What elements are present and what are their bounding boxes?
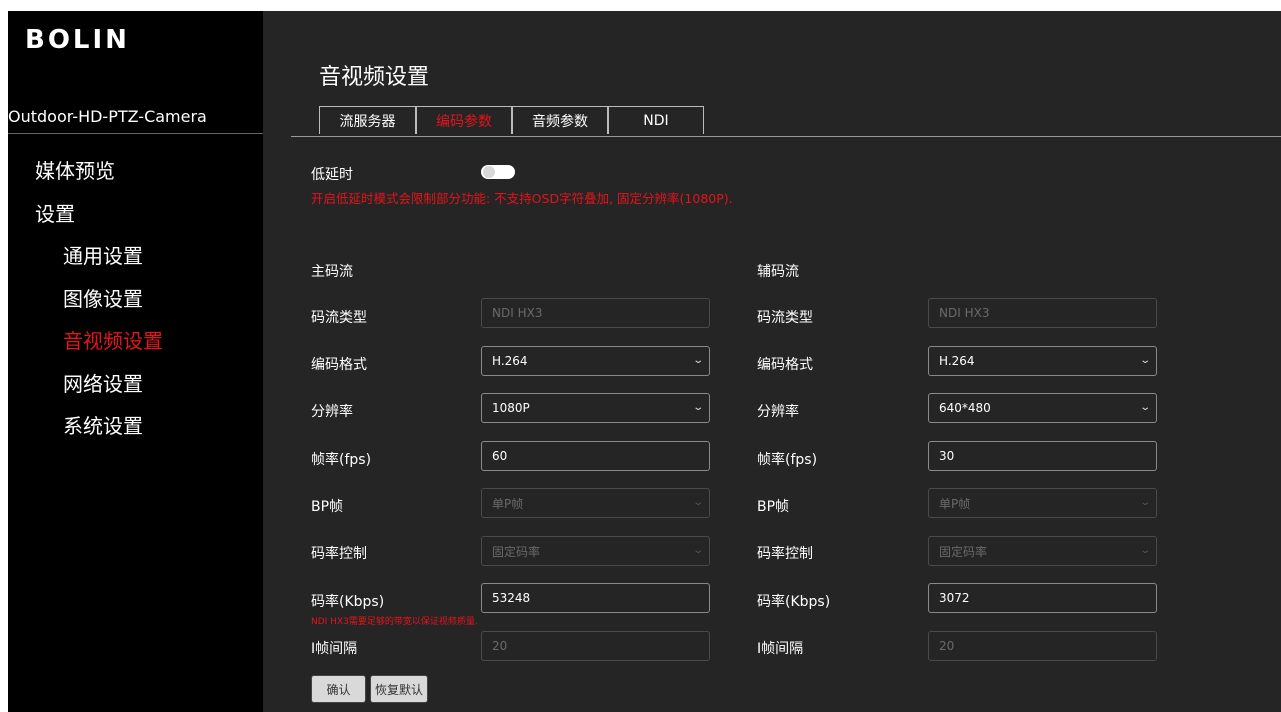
main-codec-label: 编码格式 — [311, 357, 367, 373]
main-bitrate-input[interactable]: 53248 — [481, 583, 710, 613]
field-value: 1080P — [492, 401, 530, 415]
tab-bar: 流服务器 编码参数 音频参数 NDI — [319, 106, 704, 136]
main-framerate-input[interactable]: 60 — [481, 441, 710, 471]
field-value: 20 — [939, 639, 955, 653]
field-value: 60 — [492, 449, 508, 463]
main-iframe-interval-input: 20 — [481, 631, 710, 661]
tab-encoding-params[interactable]: 编码参数 — [416, 106, 512, 134]
sub-bp-frame-label: BP帧 — [757, 499, 790, 515]
sidebar-item-settings[interactable]: 设置 — [35, 198, 75, 227]
sub-rate-control-label: 码率控制 — [757, 546, 813, 562]
sidebar: BOLIN Outdoor-HD-PTZ-Camera 媒体预览 设置 通用设置… — [8, 11, 263, 712]
main-framerate-label: 帧率(fps) — [311, 452, 372, 468]
sidebar-item-media-preview[interactable]: 媒体预览 — [35, 155, 115, 184]
field-value: 固定码率 — [492, 544, 541, 559]
sub-bp-frame-select: 单P帧 ⌄ — [928, 488, 1157, 518]
main-stream-type-input: NDI HX3 — [481, 298, 710, 328]
sidebar-item-network-settings[interactable]: 网络设置 — [63, 368, 143, 397]
chevron-down-icon: ⌄ — [691, 497, 704, 508]
chevron-down-icon: ⌄ — [1138, 497, 1151, 508]
sub-framerate-label: 帧率(fps) — [757, 452, 818, 468]
main-stream-type-label: 码流类型 — [311, 310, 367, 326]
low-latency-toggle[interactable] — [481, 165, 515, 179]
field-value: H.264 — [939, 354, 975, 368]
sidebar-item-general-settings[interactable]: 通用设置 — [63, 240, 143, 269]
sub-stream-type-input: NDI HX3 — [928, 298, 1157, 328]
field-value: 固定码率 — [939, 544, 988, 559]
field-value: 30 — [939, 449, 955, 463]
divider — [8, 133, 263, 134]
tab-audio-params[interactable]: 音频参数 — [512, 106, 608, 134]
sub-codec-select[interactable]: H.264 ⌄ — [928, 346, 1157, 376]
main-rate-control-select: 固定码率 ⌄ — [481, 536, 710, 566]
sub-bitrate-label: 码率(Kbps) — [757, 594, 831, 610]
main-iframe-interval-label: I帧间隔 — [311, 641, 358, 657]
sub-rate-control-select: 固定码率 ⌄ — [928, 536, 1157, 566]
sub-bitrate-input[interactable]: 3072 — [928, 583, 1157, 613]
sub-resolution-select[interactable]: 640*480 ⌄ — [928, 393, 1157, 423]
sub-stream-title: 辅码流 — [757, 264, 799, 280]
sub-iframe-interval-input: 20 — [928, 631, 1157, 661]
main-panel: 音视频设置 流服务器 编码参数 音频参数 NDI 低延时 开启低延时模式会限制部… — [263, 11, 1281, 712]
low-latency-warning: 开启低延时模式会限制部分功能: 不支持OSD字符叠加, 固定分辨率(1080P)… — [311, 191, 733, 206]
field-value: 3072 — [939, 591, 970, 605]
tabs-divider — [291, 136, 1281, 137]
sub-stream-type-label: 码流类型 — [757, 310, 813, 326]
field-value: 53248 — [492, 591, 531, 605]
field-value: H.264 — [492, 354, 528, 368]
bitrate-hint: NDI HX3需要足够的带宽以保证视频质量. — [311, 617, 478, 627]
tab-stream-server[interactable]: 流服务器 — [319, 106, 416, 134]
logo: BOLIN — [25, 25, 130, 55]
field-value: 单P帧 — [492, 496, 524, 511]
chevron-down-icon: ⌄ — [691, 402, 704, 413]
toggle-knob — [483, 166, 495, 178]
restore-default-button[interactable]: 恢复默认 — [370, 675, 428, 703]
field-value: NDI HX3 — [492, 306, 543, 320]
chevron-down-icon: ⌄ — [1138, 402, 1151, 413]
sidebar-item-av-settings[interactable]: 音视频设置 — [63, 325, 163, 354]
sub-framerate-input[interactable]: 30 — [928, 441, 1157, 471]
chevron-down-icon: ⌄ — [691, 545, 704, 556]
low-latency-label: 低延时 — [311, 167, 353, 183]
sub-resolution-label: 分辨率 — [757, 404, 799, 420]
main-resolution-select[interactable]: 1080P ⌄ — [481, 393, 710, 423]
sidebar-item-system-settings[interactable]: 系统设置 — [63, 410, 143, 439]
sub-codec-label: 编码格式 — [757, 357, 813, 373]
field-value: 单P帧 — [939, 496, 971, 511]
main-bp-frame-label: BP帧 — [311, 499, 344, 515]
main-bp-frame-select: 单P帧 ⌄ — [481, 488, 710, 518]
main-resolution-label: 分辨率 — [311, 404, 353, 420]
field-value: 20 — [492, 639, 508, 653]
chevron-down-icon: ⌄ — [1138, 545, 1151, 556]
sub-iframe-interval-label: I帧间隔 — [757, 641, 804, 657]
main-rate-control-label: 码率控制 — [311, 546, 367, 562]
main-codec-select[interactable]: H.264 ⌄ — [481, 346, 710, 376]
chevron-down-icon: ⌄ — [1138, 355, 1151, 366]
field-value: 640*480 — [939, 401, 991, 415]
main-stream-title: 主码流 — [311, 264, 353, 280]
main-bitrate-label: 码率(Kbps) — [311, 594, 385, 610]
tab-ndi[interactable]: NDI — [608, 106, 704, 134]
chevron-down-icon: ⌄ — [691, 355, 704, 366]
page-title: 音视频设置 — [319, 65, 430, 90]
field-value: NDI HX3 — [939, 306, 990, 320]
confirm-button[interactable]: 确认 — [311, 675, 366, 703]
device-name: Outdoor-HD-PTZ-Camera — [8, 107, 207, 126]
sidebar-item-image-settings[interactable]: 图像设置 — [63, 283, 143, 312]
